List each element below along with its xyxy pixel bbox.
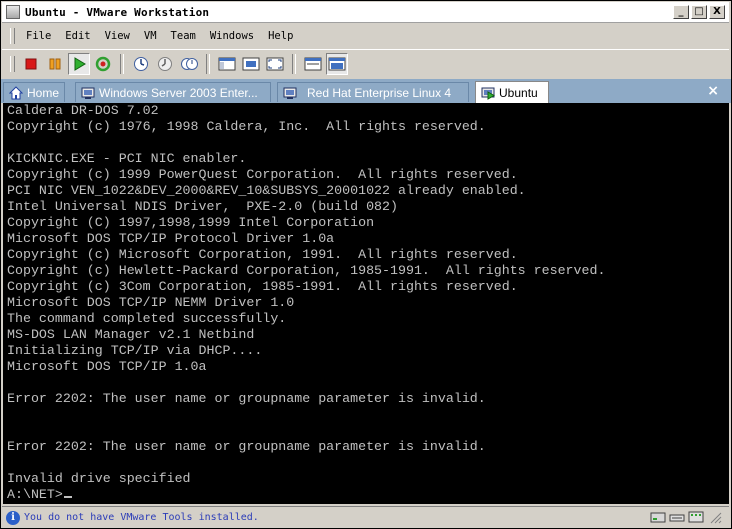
revert-snapshot-button[interactable] — [154, 53, 176, 75]
stop-icon — [25, 58, 37, 69]
console-line: Caldera DR-DOS 7.02 — [7, 103, 159, 118]
vm-icon — [81, 86, 95, 100]
quick-switch-button[interactable] — [240, 53, 262, 75]
tab-ubuntu-label: Ubuntu — [499, 85, 538, 100]
play-icon — [74, 56, 86, 71]
vmware-app-icon — [6, 5, 20, 19]
snapshot-manager-button[interactable] — [178, 53, 200, 75]
console-prompt: A:\NET> — [7, 487, 63, 502]
tab-red-hat-enterprise-linux[interactable]: Red Hat Enterprise Linux 4 — [277, 82, 469, 102]
vm-icon — [283, 86, 297, 100]
network-icon[interactable] — [688, 509, 704, 525]
vm-running-icon — [481, 86, 495, 100]
console-line: Copyright (C) 1997,1998,1999 Intel Corpo… — [7, 215, 375, 230]
summary-view-button[interactable] — [302, 53, 324, 75]
full-screen-button[interactable] — [264, 53, 286, 75]
summary-view-icon — [304, 57, 322, 70]
console-line: Invalid drive specified — [7, 471, 191, 486]
tab-red-hat-label: Red Hat Enterprise Linux 4 — [307, 85, 452, 100]
console-line: Copyright (c) 1999 PowerQuest Corporatio… — [7, 167, 518, 182]
quick-switch-icon — [242, 57, 260, 70]
maximize-button[interactable]: □ — [691, 5, 707, 19]
console-line: PCI NIC VEN_1022&DEV_2000&REV_10&SUBSYS_… — [7, 183, 526, 198]
console-line: MS-DOS LAN Manager v2.1 Netbind — [7, 327, 255, 342]
menu-bar: File Edit View VM Team Windows Help — [2, 25, 729, 47]
menu-team[interactable]: Team — [164, 30, 203, 42]
tab-home-label: Home — [27, 85, 60, 100]
reset-button[interactable] — [92, 53, 114, 75]
console-view-button[interactable] — [326, 52, 348, 75]
console-line: Microsoft DOS TCP/IP 1.0a — [7, 359, 207, 374]
floppy-icon[interactable] — [669, 509, 685, 525]
snapshot-manager-icon — [181, 57, 198, 70]
hard-disk-icon[interactable] — [650, 509, 666, 525]
toolbar-grip — [10, 55, 15, 72]
minimize-button[interactable]: _ — [673, 5, 689, 19]
tab-windows-server-2003[interactable]: Windows Server 2003 Enter... — [75, 82, 271, 102]
show-sidebar-button[interactable] — [216, 53, 238, 75]
console-line: The command completed successfully. — [7, 311, 287, 326]
tools-not-installed-message[interactable]: You do not have VMware Tools installed. — [24, 512, 259, 523]
console-line: Copyright (c) Hewlett-Packard Corporatio… — [7, 263, 606, 278]
resize-grip-icon[interactable] — [707, 509, 723, 525]
tab-bar: Home Windows Server 2003 Enter... Red Ha… — [1, 79, 731, 103]
revert-snapshot-icon — [158, 56, 172, 71]
menu-grip — [10, 28, 15, 44]
reset-icon — [95, 56, 111, 71]
tab-windows-server-label: Windows Server 2003 Enter... — [99, 85, 258, 100]
console-line: Copyright (c) 3Com Corporation, 1985-199… — [7, 279, 518, 294]
console-line: Error 2202: The user name or groupname p… — [7, 439, 486, 454]
console-line: Intel Universal NDIS Driver, PXE-2.0 (bu… — [7, 199, 398, 214]
menu-edit[interactable]: Edit — [58, 30, 97, 42]
close-button[interactable]: X — [709, 5, 725, 19]
console-line: Microsoft DOS TCP/IP NEMM Driver 1.0 — [7, 295, 295, 310]
console-prompt-line[interactable]: A:\NET> — [7, 487, 72, 503]
console-line: Error 2202: The user name or groupname p… — [7, 391, 486, 406]
console-line: Microsoft DOS TCP/IP Protocol Driver 1.0… — [7, 231, 335, 246]
menu-help[interactable]: Help — [261, 30, 300, 42]
menu-file[interactable]: File — [19, 30, 58, 42]
text-cursor — [63, 496, 72, 498]
snapshot-icon — [134, 56, 148, 71]
status-bar: i You do not have VMware Tools installed… — [2, 506, 729, 528]
console-line: Initializing TCP/IP via DHCP.... — [7, 343, 263, 358]
pause-icon — [49, 58, 61, 69]
toolbar — [2, 49, 729, 77]
power-on-button[interactable] — [68, 52, 90, 75]
sidebar-icon — [218, 57, 236, 70]
console-line: Copyright (c) 1976, 1998 Caldera, Inc. A… — [7, 119, 486, 134]
home-icon — [9, 85, 23, 100]
menu-windows[interactable]: Windows — [203, 30, 261, 42]
console-line: KICKNIC.EXE - PCI NIC enabler. — [7, 151, 247, 166]
suspend-button[interactable] — [44, 53, 66, 75]
power-off-button[interactable] — [20, 53, 42, 75]
tab-ubuntu[interactable]: Ubuntu — [475, 81, 549, 103]
console-view-icon — [328, 57, 346, 70]
menu-vm[interactable]: VM — [137, 30, 164, 42]
info-icon: i — [6, 510, 20, 525]
title-bar: Ubuntu - VMware Workstation _ □ X — [2, 2, 729, 23]
close-tab-icon[interactable]: × — [707, 83, 719, 99]
take-snapshot-button[interactable] — [130, 53, 152, 75]
full-screen-icon — [266, 57, 284, 70]
vmware-window: Ubuntu - VMware Workstation _ □ X File E… — [0, 0, 732, 529]
tab-home[interactable]: Home — [3, 82, 65, 102]
vm-console[interactable]: Caldera DR-DOS 7.02 Copyright (c) 1976, … — [3, 103, 729, 504]
console-line: Copyright (c) Microsoft Corporation, 199… — [7, 247, 518, 262]
menu-view[interactable]: View — [98, 30, 137, 42]
window-title: Ubuntu - VMware Workstation — [25, 5, 210, 19]
